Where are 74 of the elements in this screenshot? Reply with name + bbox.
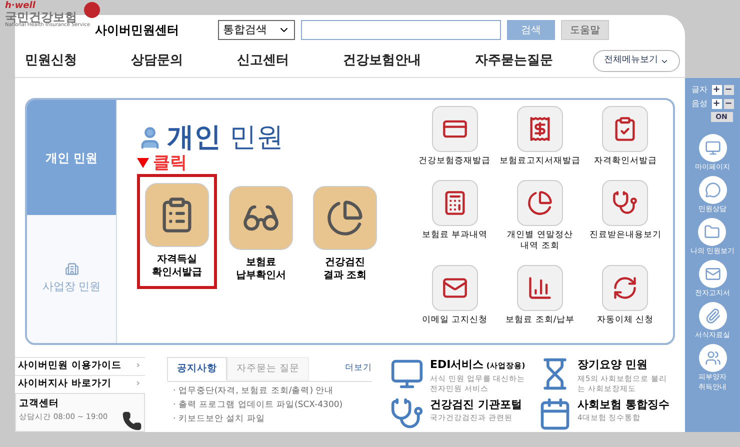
service-shortcut[interactable]: 보험료 부과내역 bbox=[412, 180, 498, 263]
service-label: 이메일 고지신청 bbox=[422, 315, 488, 326]
stethoscope-icon bbox=[612, 190, 638, 216]
service-shortcut[interactable]: 자격득실 확인서발급 bbox=[137, 174, 217, 288]
nav-menu-item[interactable]: 건강보험안내 bbox=[343, 51, 421, 71]
service-label: 보험료 조회/납부 bbox=[506, 315, 574, 326]
service-label: 보험료고지서재발급 bbox=[499, 156, 580, 167]
quick-link[interactable]: 사이버민원 이용가이드 › bbox=[15, 357, 145, 375]
logo-name: 국민건강보험 bbox=[5, 11, 77, 23]
people-icon bbox=[704, 350, 720, 366]
accessibility-label: 글자 bbox=[692, 84, 708, 96]
service-label: 자격득실 bbox=[157, 252, 197, 266]
notice-tab[interactable]: 공지사항 bbox=[167, 357, 227, 381]
mail-icon bbox=[704, 266, 720, 282]
notice-item[interactable]: · 업무중단(자격, 보험료 조회/출력) 안내 bbox=[173, 384, 372, 398]
decrease-button[interactable]: − bbox=[724, 99, 734, 109]
telephone-icon bbox=[122, 411, 142, 431]
increase-button[interactable]: + bbox=[712, 85, 722, 95]
customer-center-title: 고객센터 bbox=[19, 397, 60, 411]
service-shortcut[interactable]: 보험료 조회/납부 bbox=[497, 265, 583, 337]
search-scope-dropdown[interactable]: 통합검색 bbox=[218, 20, 295, 40]
service-label: 진료받은내용보기 bbox=[589, 230, 662, 241]
service-title: 사회보험 통합징수 bbox=[578, 396, 670, 412]
more-link[interactable]: 더보기 bbox=[345, 362, 372, 375]
paperclip-icon bbox=[704, 308, 720, 324]
service-shortcut[interactable]: 개인별 연말정산 내역 조회 bbox=[497, 180, 583, 263]
service-shortcut[interactable]: 보험료 납부확인서 bbox=[221, 174, 301, 288]
service-label: 건강검진 bbox=[324, 256, 365, 268]
service-label: 납부확인서 bbox=[236, 268, 286, 282]
service-label: 보험료 부과내역 bbox=[422, 230, 488, 241]
service-shortcut[interactable]: 자동이체 신청 bbox=[582, 265, 668, 337]
nav-menu-item[interactable]: 자주묻는질문 bbox=[475, 51, 553, 71]
section-title: 개인 민원 bbox=[167, 121, 284, 155]
notice-item[interactable]: · 출력 프로그램 업데이트 파일(SCX-4300) bbox=[173, 398, 372, 412]
monitor-icon bbox=[390, 357, 424, 391]
service-label: 내역 조회 bbox=[520, 241, 560, 252]
notice-item[interactable]: · 키보드보안 설치 파일 bbox=[173, 412, 372, 426]
down-triangle-icon bbox=[137, 158, 149, 168]
service-shortcut[interactable]: 건강검진 결과 조회 bbox=[305, 174, 385, 288]
service-label: 자동이체 신청 bbox=[596, 315, 654, 326]
logo-brand: h·well bbox=[5, 2, 36, 11]
callout-label: 클릭 bbox=[153, 154, 187, 172]
nav-menu-item[interactable]: 상담문의 bbox=[131, 51, 183, 71]
service-shortcut[interactable]: 진료받은내용보기 bbox=[582, 180, 668, 263]
service-label: 결과 조회 bbox=[323, 268, 367, 282]
service-title: 건강검진 기관포털 bbox=[430, 396, 522, 412]
site-title: 사이버민원센터 bbox=[95, 22, 180, 39]
service-label: 자격확인서발급 bbox=[594, 156, 657, 167]
accessibility-label: 음성 bbox=[692, 98, 708, 110]
service-shortcut[interactable]: 보험료고지서재발급 bbox=[497, 106, 583, 178]
service-label: 개인별 연말정산 bbox=[507, 230, 573, 241]
nav-menu-item[interactable]: 신고센터 bbox=[237, 51, 289, 71]
service-shortcut[interactable]: 자격확인서발급 bbox=[582, 106, 668, 178]
all-menu-button[interactable]: 전체메뉴보기 bbox=[593, 50, 680, 72]
service-label: 건강보험증재발급 bbox=[418, 156, 491, 167]
service-shortcut[interactable]: 이메일 고지신청 bbox=[412, 265, 498, 337]
service-shortcut[interactable]: 건강보험증재발급 bbox=[412, 106, 498, 178]
decrease-button[interactable]: − bbox=[724, 85, 734, 95]
chat-icon bbox=[704, 182, 720, 198]
help-button[interactable]: 도움말 bbox=[561, 20, 609, 40]
service-label: 보험료 bbox=[246, 256, 276, 268]
folder-icon bbox=[704, 224, 720, 240]
bar-chart-icon bbox=[526, 275, 553, 301]
monitor-icon bbox=[704, 140, 720, 156]
stethoscope-icon bbox=[390, 396, 424, 430]
building-icon bbox=[64, 262, 78, 276]
search-field[interactable] bbox=[301, 20, 501, 40]
pie-chart-icon bbox=[326, 198, 364, 236]
nav-menu-item[interactable]: 민원신청 bbox=[25, 51, 77, 71]
service-title: 장기요양 민원 bbox=[578, 357, 648, 373]
refresh-icon bbox=[612, 275, 638, 301]
pie-chart-icon bbox=[526, 190, 553, 216]
service-label: 확인서발급 bbox=[152, 266, 202, 278]
increase-button[interactable]: + bbox=[712, 99, 722, 109]
